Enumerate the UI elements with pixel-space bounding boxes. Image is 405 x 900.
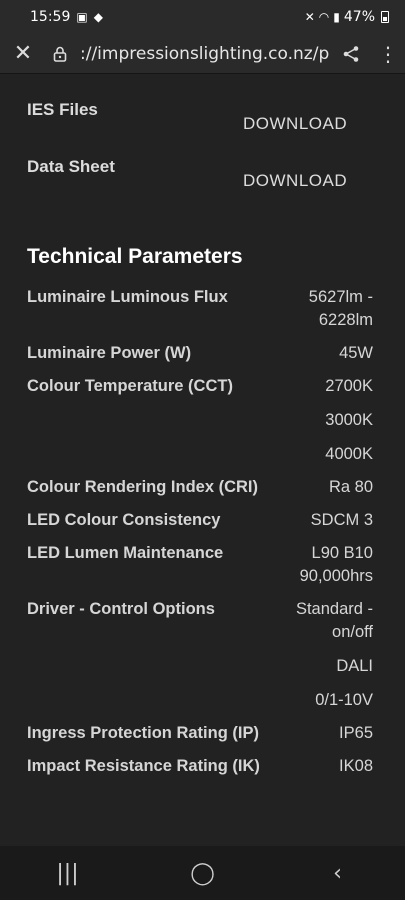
back-icon[interactable]: ‹ (308, 861, 368, 886)
param-value: IP65 (339, 724, 373, 742)
param-value: 5627lm - (308, 288, 373, 306)
mute-icon: ✕ (304, 10, 315, 24)
gallery-notification-icon: ▣ (76, 10, 88, 24)
param-value: on/off (332, 623, 373, 641)
param-values: 45W (339, 342, 373, 365)
technical-parameters-title: Technical Parameters (27, 245, 243, 268)
param-row: Luminaire Power (W) 45W (27, 342, 373, 365)
close-icon[interactable]: ✕ (0, 34, 46, 74)
param-row: Impact Resistance Rating (IK) IK08 (27, 755, 373, 778)
param-value: 4000K (325, 445, 373, 463)
param-label: Ingress Protection Rating (IP) (27, 724, 259, 742)
status-right: ✕ ◠ ▮ 47% (305, 9, 389, 25)
param-row: Colour Temperature (CCT) 2700K 3000K 4000K (27, 375, 373, 466)
param-values: Standard - on/off DALI 0/1-10V (296, 598, 373, 712)
technical-parameters-table: Luminaire Luminous Flux 5627lm -6228lm Lum… (27, 286, 373, 788)
param-values: 2700K 3000K 4000K (325, 375, 373, 466)
status-left: 15:59 ▣ ◆ (30, 9, 103, 25)
param-label: Luminaire Power (W) (27, 344, 192, 362)
param-values: L90 B10 90,000hrs (300, 542, 373, 588)
browser-toolbar: ✕ ://impressionslighting.co.nz/p ⋮ (0, 34, 405, 74)
param-label: Colour Temperature (CCT) (27, 377, 233, 395)
file-label-datasheet: Data Sheet (27, 157, 115, 176)
param-values: Ra 80 (329, 476, 373, 499)
param-label: Impact Resistance Rating (IK) (27, 757, 260, 775)
param-values: SDCM 3 (311, 509, 373, 532)
file-label-ies: IES Files (27, 100, 98, 119)
param-row: Driver - Control Options Standard - on/off… (27, 598, 373, 712)
param-value: SDCM 3 (310, 511, 373, 529)
param-value: 90,000hrs (299, 567, 373, 585)
param-label: Luminaire Luminous Flux (27, 288, 228, 306)
wifi-icon: ◠ (318, 10, 330, 24)
page-content: IES Files DOWNLOAD Data Sheet DOWNLOAD T… (0, 74, 405, 834)
param-row: Luminaire Luminous Flux 5627lm - 6228lm (27, 286, 373, 332)
ies-download-link[interactable]: DOWNLOAD (243, 114, 347, 134)
lock-icon[interactable] (46, 34, 74, 74)
snapchat-notification-icon: ◆ (93, 10, 103, 24)
battery-icon (381, 11, 389, 23)
param-row: LED Lumen Maintenance L90 B10 90,000hrs (27, 542, 373, 588)
system-nav-bar: ||| ◯ ‹ (0, 846, 405, 900)
param-row: Ingress Protection Rating (IP) IP65 (27, 722, 373, 745)
home-icon[interactable]: ◯ (173, 861, 233, 886)
param-values: 5627lm - 6228lm (309, 286, 373, 332)
param-value: DALI (336, 657, 373, 675)
param-row: LED Colour Consistency SDCM 3 (27, 509, 373, 532)
file-row-ies: IES Files DOWNLOAD (27, 100, 367, 140)
url-text[interactable]: ://impressionslighting.co.nz/p (74, 44, 331, 64)
battery-percentage: 47% (343, 9, 375, 25)
param-label: Driver - Control Options (27, 600, 215, 618)
param-value: Ra 80 (328, 478, 373, 496)
param-value: 6228lm (318, 311, 373, 329)
param-value: 0/1-10V (315, 691, 373, 709)
param-value: 2700K (325, 377, 373, 395)
param-value: 3000K (325, 411, 373, 429)
signal-icon: ▮ (333, 10, 340, 24)
param-values: IP65 (339, 722, 373, 745)
param-values: IK08 (339, 755, 373, 778)
file-row-datasheet: Data Sheet DOWNLOAD (27, 157, 367, 197)
param-value: 45W (339, 344, 373, 362)
param-row: Colour Rendering Index (CRI) Ra 80 (27, 476, 373, 499)
status-bar: 15:59 ▣ ◆ ✕ ◠ ▮ 47% (0, 0, 405, 34)
param-label: LED Lumen Maintenance (27, 544, 224, 562)
more-vert-icon[interactable]: ⋮ (371, 34, 405, 74)
param-value: Standard - (295, 600, 373, 618)
param-label: LED Colour Consistency (27, 511, 221, 529)
param-value: IK08 (339, 757, 373, 775)
status-time: 15:59 (30, 9, 71, 25)
param-value: L90 B10 (311, 544, 373, 562)
param-label: Colour Rendering Index (CRI) (27, 478, 258, 496)
recent-apps-icon[interactable]: ||| (38, 861, 98, 886)
share-icon[interactable] (331, 34, 371, 74)
datasheet-download-link[interactable]: DOWNLOAD (243, 171, 347, 191)
